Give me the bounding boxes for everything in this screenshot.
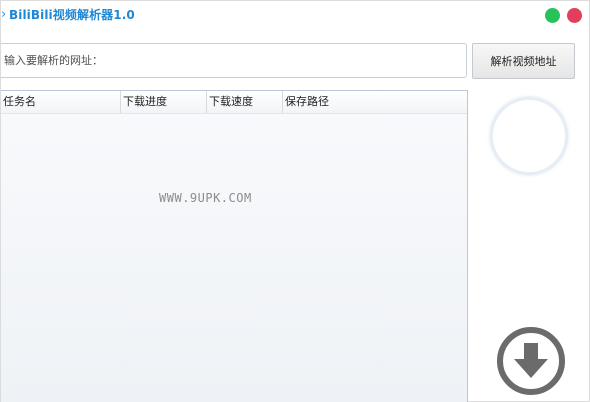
task-table[interactable]: 任务名 下载进度 下载速度 保存路径 WWW.9UPK.COM xyxy=(1,90,468,402)
table-header: 任务名 下载进度 下载速度 保存路径 xyxy=(1,91,467,114)
column-header-task-name[interactable]: 任务名 xyxy=(1,91,121,113)
column-header-speed[interactable]: 下载速度 xyxy=(207,91,283,113)
url-input[interactable] xyxy=(1,43,467,78)
window-title: BiliBili视频解析器1.0 xyxy=(9,8,135,22)
column-header-save-path[interactable]: 保存路径 xyxy=(283,91,466,113)
status-ring xyxy=(490,97,568,175)
download-arrow-icon xyxy=(497,327,565,395)
minimize-button[interactable] xyxy=(545,8,560,23)
close-button[interactable] xyxy=(567,8,582,23)
column-header-progress[interactable]: 下载进度 xyxy=(121,91,207,113)
download-button[interactable] xyxy=(495,325,567,397)
parse-video-button[interactable]: 解析视频地址 xyxy=(472,43,575,79)
watermark-text: WWW.9UPK.COM xyxy=(159,191,252,205)
app-window: › BiliBili视频解析器1.0 解析视频地址 任务名 下载进度 下载速度 … xyxy=(0,0,590,402)
chevron-right-icon: › xyxy=(1,7,7,22)
title-bar: › BiliBili视频解析器1.0 xyxy=(1,1,590,31)
